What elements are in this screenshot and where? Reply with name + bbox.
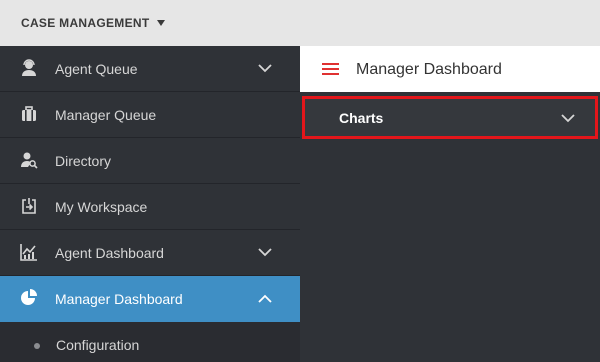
sidebar-item-label: My Workspace (55, 199, 148, 215)
main-header: Manager Dashboard (300, 46, 600, 92)
sidebar-item-manager-dashboard[interactable]: Manager Dashboard (0, 276, 300, 322)
main-content: Manager Dashboard Charts (300, 46, 600, 362)
sidebar-item-my-workspace[interactable]: My Workspace (0, 184, 300, 230)
top-bar: CASE MANAGEMENT (0, 0, 600, 46)
workspace-icon (22, 198, 36, 214)
chevron-up-icon (258, 294, 272, 303)
line-chart-icon (20, 244, 37, 261)
page-title: Manager Dashboard (356, 61, 502, 78)
sidebar: Agent Queue Manager Queue Directory My W… (0, 46, 300, 362)
app-title: CASE MANAGEMENT (21, 16, 150, 30)
app-title-dropdown[interactable]: CASE MANAGEMENT (21, 16, 165, 30)
sidebar-item-agent-queue[interactable]: Agent Queue (0, 46, 300, 92)
sidebar-item-label: Manager Queue (55, 107, 157, 123)
sidebar-item-label: Manager Dashboard (55, 291, 183, 307)
sidebar-item-label: Agent Dashboard (55, 245, 164, 261)
agent-icon (22, 59, 36, 76)
caret-down-icon (156, 20, 165, 26)
sidebar-subitem-label: Configuration (56, 337, 140, 353)
briefcase-icon (22, 106, 36, 121)
pie-chart-icon (21, 289, 37, 305)
chevron-down-icon (561, 114, 575, 123)
sidebar-item-label: Agent Queue (55, 61, 138, 77)
charts-panel-header[interactable]: Charts (302, 96, 598, 139)
sidebar-item-label: Directory (55, 153, 112, 169)
sidebar-item-agent-dashboard[interactable]: Agent Dashboard (0, 230, 300, 276)
bullet-dot-icon (34, 343, 40, 349)
charts-panel-label: Charts (339, 110, 384, 126)
hamburger-icon[interactable] (322, 63, 339, 75)
sidebar-item-directory[interactable]: Directory (0, 138, 300, 184)
sidebar-item-manager-queue[interactable]: Manager Queue (0, 92, 300, 138)
chevron-down-icon (258, 64, 272, 73)
person-search-icon (21, 152, 38, 169)
chevron-down-icon (258, 248, 272, 257)
sidebar-subitem-configuration[interactable]: Configuration (0, 322, 300, 362)
